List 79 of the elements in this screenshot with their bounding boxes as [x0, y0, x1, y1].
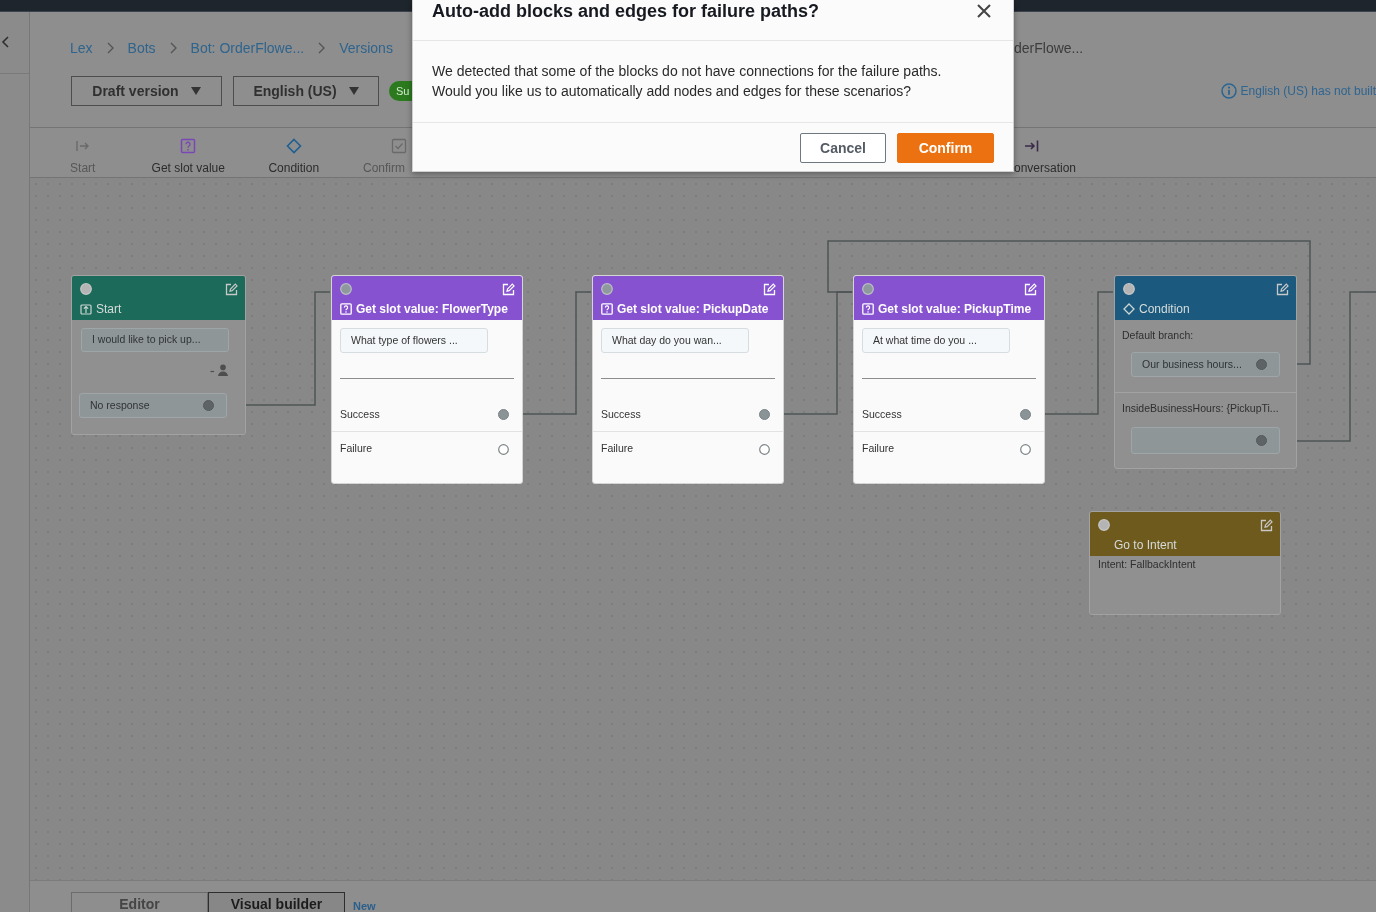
message-text: What day do you wan...: [612, 332, 722, 348]
block-title: Condition: [1139, 302, 1190, 316]
block-title: Get slot value: PickupTime: [878, 302, 1032, 316]
port-dot-icon[interactable]: [862, 283, 874, 295]
port-dot-icon[interactable]: [601, 283, 613, 295]
output-label: Success: [601, 406, 641, 422]
enter-arrow-icon[interactable]: [74, 138, 91, 154]
message-text: At what time do you ...: [873, 332, 977, 348]
output-label: Failure: [862, 441, 895, 457]
port-dot-icon[interactable]: [759, 409, 770, 420]
flow-block[interactable]: Get slot value: PickupTime At what time do you ... Success Failure: [853, 275, 1045, 484]
caret-down-icon: [348, 87, 359, 95]
breadcrumb-current: derFlowe...: [1014, 38, 1084, 58]
branch-label: Default branch:: [1122, 328, 1195, 342]
info-icon: [1220, 83, 1237, 99]
output-label: Success: [862, 406, 902, 422]
status-badge: Su: [389, 81, 412, 101]
dialog-message: We detected that some of the blocks do not have connections for the failure paths. Would you like us to automatically add nodes and edges for these scenarios?: [432, 62, 943, 101]
arrow-to-bar-icon[interactable]: [1024, 138, 1040, 154]
user-icon: [210, 364, 228, 376]
question-square-icon: [601, 303, 613, 315]
flow-block[interactable]: Get slot value: FlowerType What type of flowers ... Success Failure: [331, 275, 523, 484]
block-title: Get slot value: FlowerType: [356, 302, 508, 316]
port-dot-icon[interactable]: [1020, 409, 1031, 420]
chevron-right-icon: [318, 42, 326, 54]
block-title: Go to Intent: [1114, 538, 1177, 552]
dialog-title: Auto-add blocks and edges for failure paths?: [432, 0, 820, 22]
chevron-right-icon: [169, 42, 177, 54]
output-label: Failure: [601, 441, 634, 457]
palette-label[interactable]: Condition: [268, 161, 320, 175]
checkbox-icon[interactable]: [391, 138, 408, 154]
port-dot-icon[interactable]: [340, 283, 352, 295]
block-title: Start: [96, 302, 122, 316]
dropdown-button[interactable]: English (US): [233, 76, 379, 106]
build-notice: English (US) has not built: [1240, 83, 1376, 100]
cancel-button[interactable]: Cancel: [800, 133, 886, 163]
close-icon[interactable]: [977, 4, 991, 18]
output-label: Failure: [340, 441, 373, 457]
message-text: Our business hours...: [1142, 356, 1242, 372]
edit-icon[interactable]: [1260, 519, 1273, 532]
arrow-up-square-icon: [80, 303, 92, 315]
view-tab[interactable]: Visual builder: [208, 892, 345, 912]
port-dot-icon[interactable]: [1256, 359, 1267, 370]
port-dot-icon[interactable]: [1123, 283, 1135, 295]
port-ring-icon[interactable]: [1020, 443, 1031, 455]
message-text: I would like to pick up...: [92, 332, 201, 348]
caret-down-icon: [190, 87, 201, 95]
port-dot-icon[interactable]: [1098, 519, 1110, 531]
port-dot-icon[interactable]: [203, 400, 214, 411]
view-tab[interactable]: Editor: [71, 892, 208, 912]
port-dot-icon[interactable]: [80, 283, 92, 295]
confirm-button[interactable]: Confirm: [897, 133, 994, 163]
flow-block[interactable]: Start I would like to pick up... No response: [71, 275, 246, 435]
output-label: Success: [340, 406, 380, 422]
chevron-right-icon: [106, 42, 114, 54]
branch-label: InsideBusinessHours: {PickupTi...: [1122, 401, 1280, 415]
palette-label[interactable]: onversation: [1014, 161, 1077, 175]
port-ring-icon[interactable]: [759, 443, 770, 455]
edit-icon[interactable]: [1276, 283, 1289, 296]
edit-icon[interactable]: [225, 283, 238, 296]
diamond-icon[interactable]: [285, 138, 302, 154]
message-text: No response: [90, 397, 150, 413]
message-text: What type of flowers ...: [351, 332, 458, 348]
question-square-icon[interactable]: [180, 138, 197, 154]
port-ring-icon[interactable]: [498, 443, 509, 455]
flow-block[interactable]: Go to Intent Intent: FallbackIntent: [1089, 511, 1281, 615]
question-square-icon: [862, 303, 874, 315]
port-dot-icon[interactable]: [1256, 435, 1267, 446]
palette-label[interactable]: Get slot value: [151, 161, 225, 175]
chevron-left-icon[interactable]: [1, 36, 9, 48]
intent-detail: Intent: FallbackIntent: [1098, 557, 1197, 571]
new-label: New: [353, 900, 376, 912]
block-title: Get slot value: PickupDate: [617, 302, 769, 316]
port-dot-icon[interactable]: [498, 409, 509, 420]
flow-block[interactable]: Condition Default branch: Our business hours... InsideBusinessHours: {PickupTi...: [1114, 275, 1297, 469]
question-square-icon: [340, 303, 352, 315]
diamond-icon: [1123, 303, 1135, 315]
dropdown-button[interactable]: Draft version: [71, 76, 222, 106]
flow-block[interactable]: Get slot value: PickupDate What day do you wan... Success Failure: [592, 275, 784, 484]
